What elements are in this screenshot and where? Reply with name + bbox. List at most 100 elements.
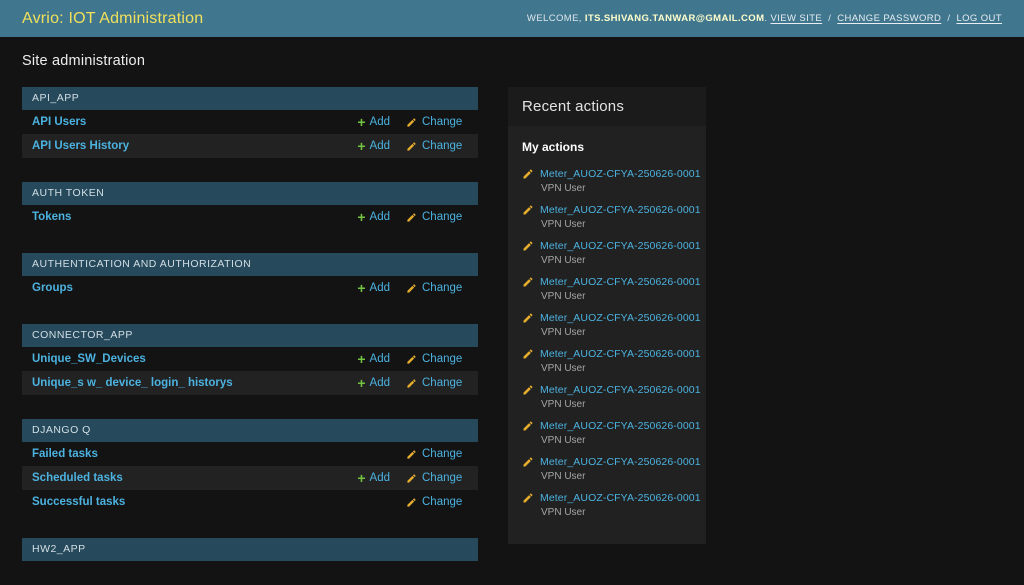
view-site-link[interactable]: VIEW SITE [771, 13, 823, 24]
add-cell: + Add [340, 139, 390, 153]
add-link[interactable]: + Add [357, 470, 390, 486]
add-icon: + [357, 351, 366, 367]
model-row: API Users + Add Change [22, 110, 478, 134]
header: Avrio: IOT Administration WELCOME, ITS.S… [0, 0, 1024, 37]
add-cell: + Add [340, 210, 390, 224]
link-separator: / [828, 13, 832, 24]
pencil-icon [522, 384, 534, 396]
add-link[interactable]: + Add [357, 139, 390, 153]
pencil-icon [522, 312, 534, 324]
user-tools: WELCOME, ITS.SHIVANG.TANWAR@GMAIL.COM. V… [527, 13, 1002, 24]
add-icon: + [357, 280, 366, 296]
recent-action-link[interactable]: Meter_AUOZ-CFYA-250626-0001 [540, 240, 701, 252]
add-cell: + Add [340, 470, 390, 486]
change-link[interactable]: Change [406, 377, 462, 389]
add-link[interactable]: + Add [357, 210, 390, 224]
change-link[interactable]: Change [406, 116, 462, 128]
add-icon: + [357, 375, 366, 391]
model-link[interactable]: API Users History [32, 140, 340, 152]
model-link[interactable]: Groups [32, 282, 340, 294]
welcome-text: WELCOME, [526, 13, 582, 24]
add-cell: + Add [340, 375, 390, 391]
recent-action-link[interactable]: Meter_AUOZ-CFYA-250626-0001 [540, 348, 701, 360]
link-separator: / [947, 13, 951, 24]
pencil-icon [522, 492, 534, 504]
recent-action-link[interactable]: Meter_AUOZ-CFYA-250626-0001 [540, 204, 701, 216]
add-link[interactable]: + Add [357, 114, 390, 130]
change-link[interactable]: Change [406, 353, 462, 365]
change-password-link[interactable]: CHANGE PASSWORD [837, 13, 941, 24]
add-icon: + [357, 114, 366, 130]
pencil-icon [522, 348, 534, 360]
model-link[interactable]: Successful tasks [32, 496, 340, 508]
recent-actions-panel: Recent actions My actions Meter_AUOZ-CFY… [508, 87, 706, 544]
change-cell: Change [406, 116, 468, 128]
recent-action-type: VPN User [541, 327, 586, 338]
page-title: Site administration [22, 53, 146, 69]
recent-action-type: VPN User [541, 255, 586, 266]
site-title[interactable]: Avrio: IOT Administration [22, 10, 203, 28]
pencil-icon [522, 240, 534, 252]
model-link[interactable]: Tokens [32, 211, 340, 223]
module-caption[interactable]: CONNECTOR_APP [22, 324, 478, 347]
pencil-icon [522, 204, 534, 216]
model-row: Groups + Add Change [22, 276, 478, 300]
app-module: CONNECTOR_APP Unique_SW_Devices + Add Change… [22, 324, 478, 395]
recent-action-link[interactable]: Meter_AUOZ-CFYA-250626-0001 [540, 420, 701, 432]
recent-action-link[interactable]: Meter_AUOZ-CFYA-250626-0001 [540, 312, 701, 324]
change-link[interactable]: Change [406, 211, 462, 223]
change-cell: Change [406, 472, 468, 484]
model-link[interactable]: Unique_SW_Devices [32, 353, 340, 365]
change-link[interactable]: Change [406, 140, 462, 152]
recent-action-item: Meter_AUOZ-CFYA-250626-0001 VPN User [522, 348, 701, 374]
recent-action-type: VPN User [541, 399, 586, 410]
recent-action-type: VPN User [541, 183, 586, 194]
add-cell: + Add [340, 351, 390, 367]
add-icon: + [357, 470, 366, 486]
model-row: Unique_SW_Devices + Add Change [22, 347, 478, 371]
pencil-icon [522, 420, 534, 432]
app-module: AUTHENTICATION AND AUTHORIZATION Groups + A… [22, 253, 478, 300]
model-link[interactable]: Failed tasks [32, 448, 340, 460]
pencil-icon [522, 168, 534, 180]
model-row: API Users History + Add Change [22, 134, 478, 158]
recent-action-link[interactable]: Meter_AUOZ-CFYA-250626-0001 [540, 168, 701, 180]
recent-action-type: VPN User [541, 363, 586, 374]
recent-action-link[interactable]: Meter_AUOZ-CFYA-250626-0001 [540, 492, 701, 504]
model-link[interactable]: Scheduled tasks [32, 472, 340, 484]
pencil-icon [406, 497, 417, 508]
recent-action-link[interactable]: Meter_AUOZ-CFYA-250626-0001 [540, 384, 701, 396]
add-cell: + Add [340, 280, 390, 296]
module-caption[interactable]: API_APP [22, 87, 478, 110]
add-link[interactable]: + Add [357, 375, 390, 391]
model-link[interactable]: API Users [32, 116, 340, 128]
change-cell: Change [406, 140, 468, 152]
module-caption[interactable]: AUTHENTICATION AND AUTHORIZATION [22, 253, 478, 276]
recent-action-item: Meter_AUOZ-CFYA-250626-0001 VPN User [522, 456, 701, 482]
recent-action-item: Meter_AUOZ-CFYA-250626-0001 VPN User [522, 168, 701, 194]
model-row: Tokens + Add Change [22, 205, 478, 229]
recent-action-link[interactable]: Meter_AUOZ-CFYA-250626-0001 [540, 456, 701, 468]
change-link[interactable]: Change [406, 472, 462, 484]
module-caption[interactable]: AUTH TOKEN [22, 182, 478, 205]
recent-action-list: Meter_AUOZ-CFYA-250626-0001 VPN User Meter… [522, 168, 701, 518]
logout-link[interactable]: LOG OUT [956, 13, 1002, 24]
change-link[interactable]: Change [406, 282, 462, 294]
pencil-icon [406, 354, 417, 365]
add-link[interactable]: + Add [357, 351, 390, 367]
recent-action-item: Meter_AUOZ-CFYA-250626-0001 VPN User [522, 312, 701, 338]
change-cell: Change [406, 377, 468, 389]
recent-action-item: Meter_AUOZ-CFYA-250626-0001 VPN User [522, 420, 701, 446]
recent-action-link[interactable]: Meter_AUOZ-CFYA-250626-0001 [540, 276, 701, 288]
add-link[interactable]: + Add [357, 280, 390, 296]
module-caption[interactable]: HW2_APP [22, 538, 478, 561]
pencil-icon [522, 456, 534, 468]
change-cell: Change [406, 353, 468, 365]
change-link[interactable]: Change [406, 496, 462, 508]
change-link[interactable]: Change [406, 448, 462, 460]
pencil-icon [522, 276, 534, 288]
module-caption[interactable]: DJANGO Q [22, 419, 478, 442]
model-link[interactable]: Unique_s w_ device_ login_ historys [32, 377, 340, 389]
change-cell: Change [406, 211, 468, 223]
recent-action-type: VPN User [541, 471, 586, 482]
